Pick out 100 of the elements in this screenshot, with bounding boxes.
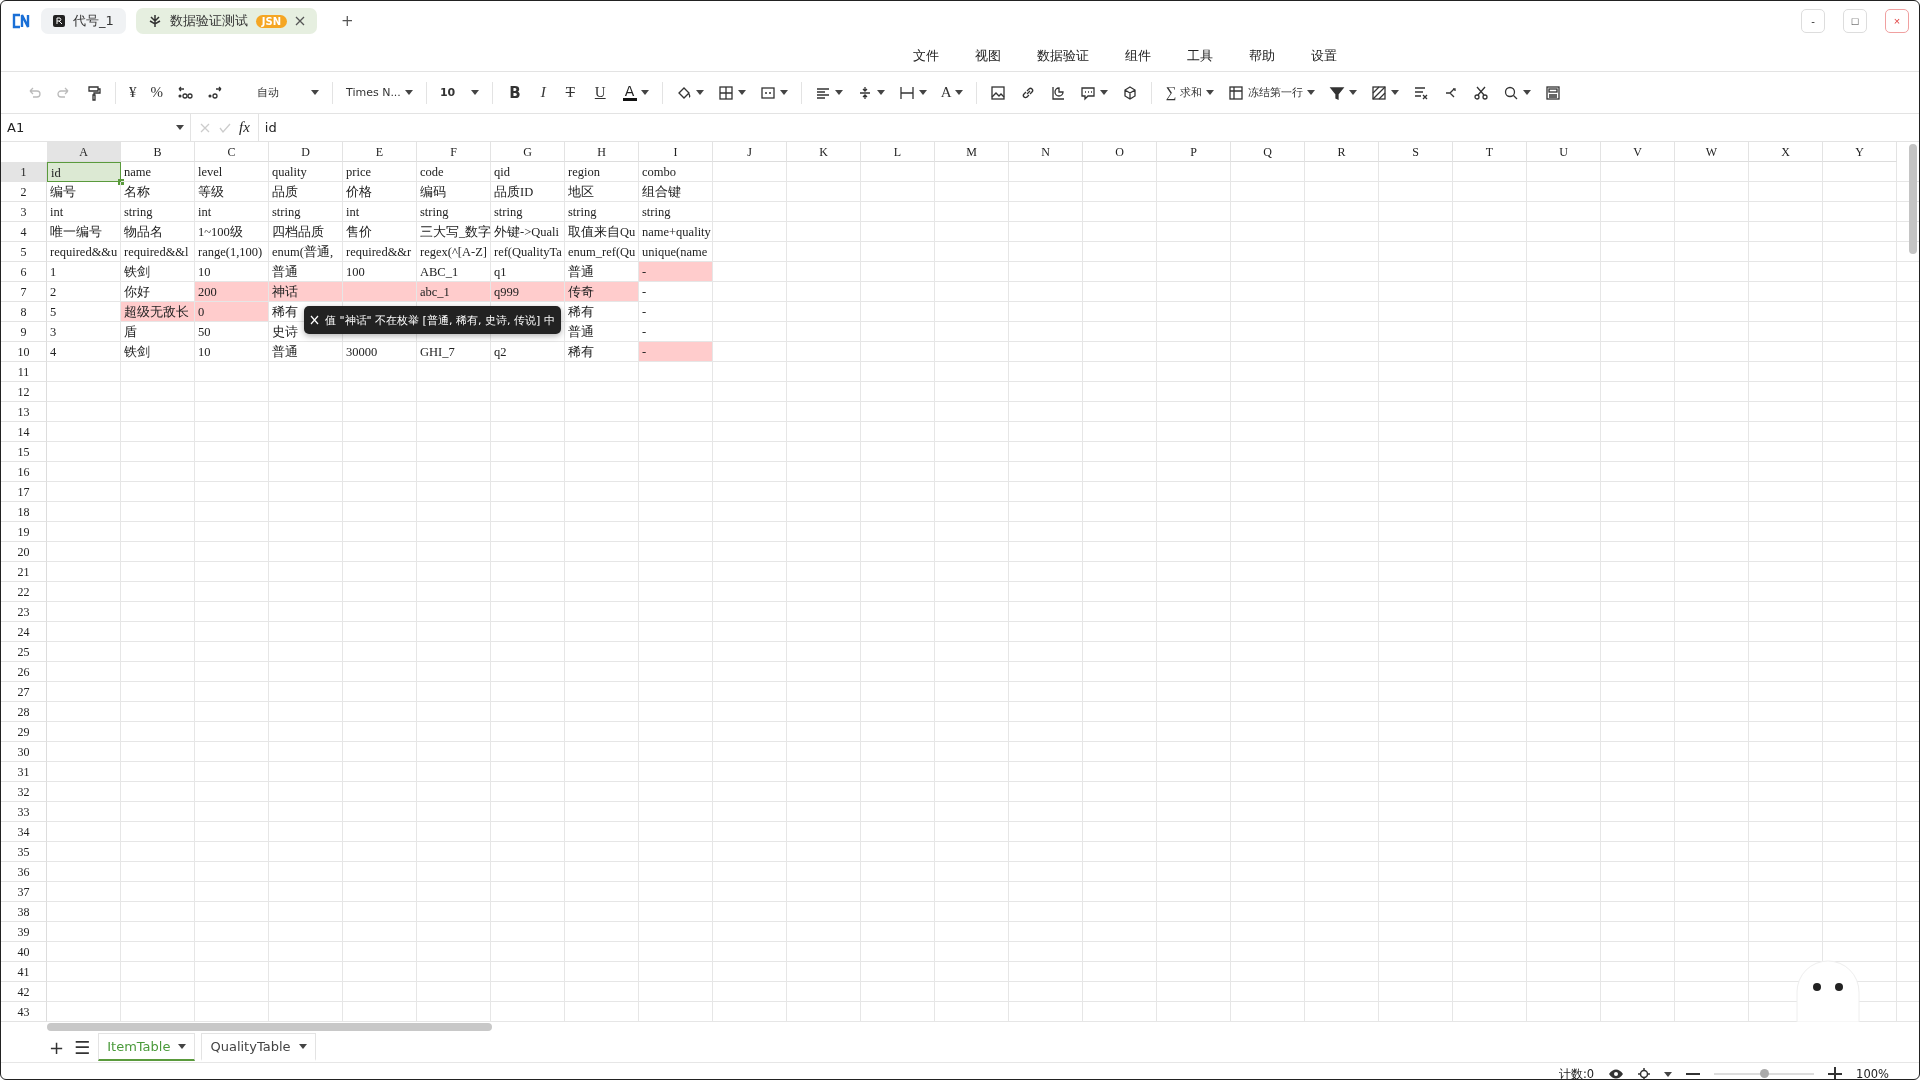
- font-dropdown[interactable]: Times N...: [341, 78, 418, 107]
- sheet-list-button[interactable]: ☰: [72, 1036, 93, 1058]
- number-format-dropdown[interactable]: 自动: [252, 78, 324, 107]
- caret-icon[interactable]: [834, 90, 843, 95]
- row-header[interactable]: 25: [1, 642, 47, 662]
- text-color-button[interactable]: A: [940, 84, 952, 101]
- column-header[interactable]: T: [1453, 142, 1527, 162]
- row-header[interactable]: 33: [1, 802, 47, 822]
- caret-icon[interactable]: [1206, 90, 1215, 95]
- row-header[interactable]: 43: [1, 1002, 47, 1022]
- decimal-decrease-icon[interactable]: [207, 84, 223, 101]
- column-header[interactable]: A: [47, 142, 121, 162]
- row-header[interactable]: 26: [1, 662, 47, 682]
- vertical-scrollbar[interactable]: [1909, 144, 1917, 254]
- freeze-button[interactable]: 冻结第一行: [1223, 78, 1321, 107]
- caret-icon[interactable]: [695, 90, 704, 95]
- row-header[interactable]: 9: [1, 322, 47, 342]
- calculator-icon[interactable]: [1545, 84, 1562, 101]
- caret-icon[interactable]: [918, 90, 927, 95]
- minimize-button[interactable]: -: [1801, 9, 1825, 33]
- column-header[interactable]: H: [565, 142, 639, 162]
- formula-value[interactable]: id: [264, 120, 277, 135]
- row-header[interactable]: 34: [1, 822, 47, 842]
- caret-icon[interactable]: [1664, 1071, 1673, 1077]
- cell-reference[interactable]: A1: [7, 120, 25, 135]
- column-header[interactable]: B: [121, 142, 195, 162]
- row-header[interactable]: 17: [1, 482, 47, 502]
- caret-icon[interactable]: [311, 90, 319, 95]
- row-header[interactable]: 35: [1, 842, 47, 862]
- column-header[interactable]: D: [269, 142, 343, 162]
- row-header[interactable]: 32: [1, 782, 47, 802]
- row-header[interactable]: 29: [1, 722, 47, 742]
- caret-icon[interactable]: [955, 90, 964, 95]
- close-button[interactable]: ×: [1885, 9, 1909, 33]
- clear-format-icon[interactable]: [1413, 84, 1430, 101]
- column-header[interactable]: W: [1675, 142, 1749, 162]
- row-header[interactable]: 39: [1, 922, 47, 942]
- row-header[interactable]: 20: [1, 542, 47, 562]
- row-header[interactable]: 13: [1, 402, 47, 422]
- column-header[interactable]: I: [639, 142, 713, 162]
- maximize-button[interactable]: □: [1843, 9, 1867, 33]
- caret-icon[interactable]: [471, 90, 480, 95]
- row-header[interactable]: 23: [1, 602, 47, 622]
- row-header[interactable]: 38: [1, 902, 47, 922]
- row-header[interactable]: 22: [1, 582, 47, 602]
- caret-icon[interactable]: [737, 90, 746, 95]
- filter-icon[interactable]: [1329, 84, 1346, 101]
- row-header[interactable]: 10: [1, 342, 47, 362]
- column-header[interactable]: P: [1157, 142, 1231, 162]
- caret-icon[interactable]: [1349, 90, 1358, 95]
- row-header[interactable]: 19: [1, 522, 47, 542]
- freeze-grid-icon[interactable]: [1228, 84, 1245, 101]
- caret-icon[interactable]: [298, 1044, 307, 1049]
- function-label[interactable]: fx: [239, 119, 250, 136]
- row-header[interactable]: 14: [1, 422, 47, 442]
- row-header[interactable]: 1: [1, 162, 47, 182]
- strikethrough-button[interactable]: T: [557, 78, 583, 107]
- menu-item[interactable]: 工具: [1169, 47, 1231, 65]
- caret-icon[interactable]: [178, 1044, 187, 1049]
- zoom-in-icon[interactable]: [1828, 1067, 1843, 1079]
- column-header[interactable]: N: [1009, 142, 1083, 162]
- row-header[interactable]: 3: [1, 202, 47, 222]
- menu-item[interactable]: 数据验证: [1019, 47, 1107, 65]
- horizontal-scrollbar[interactable]: [47, 1023, 492, 1031]
- caret-icon[interactable]: [176, 125, 184, 130]
- column-header[interactable]: C: [195, 142, 269, 162]
- column-header[interactable]: L: [861, 142, 935, 162]
- column-header[interactable]: E: [343, 142, 417, 162]
- row-header[interactable]: 24: [1, 622, 47, 642]
- row-header[interactable]: 30: [1, 742, 47, 762]
- row-header[interactable]: 21: [1, 562, 47, 582]
- format-painter-icon[interactable]: [86, 84, 102, 101]
- caret-icon[interactable]: [876, 90, 885, 95]
- row-header[interactable]: 31: [1, 762, 47, 782]
- column-header[interactable]: J: [713, 142, 787, 162]
- eye-icon[interactable]: [1608, 1069, 1625, 1079]
- column-width-icon[interactable]: [898, 84, 915, 101]
- document-tab[interactable]: 数据验证测试 JSN: [135, 8, 318, 34]
- row-header[interactable]: 7: [1, 282, 47, 302]
- menu-item[interactable]: 文件: [895, 47, 957, 65]
- row-header[interactable]: 16: [1, 462, 47, 482]
- row-header[interactable]: 6: [1, 262, 47, 282]
- caret-icon[interactable]: [1523, 90, 1532, 95]
- image-icon[interactable]: [990, 84, 1007, 101]
- column-header[interactable]: Y: [1823, 142, 1897, 162]
- caret-icon[interactable]: [1100, 90, 1109, 95]
- caret-icon[interactable]: [404, 90, 413, 95]
- menu-item[interactable]: 帮助: [1231, 47, 1293, 65]
- sheet-tab[interactable]: QualityTable: [201, 1033, 316, 1061]
- row-header[interactable]: 8: [1, 302, 47, 322]
- column-header[interactable]: M: [935, 142, 1009, 162]
- caret-icon[interactable]: [640, 90, 649, 95]
- underline-button[interactable]: U: [586, 78, 614, 107]
- hatched-box-icon[interactable]: [1371, 84, 1388, 101]
- add-sheet-button[interactable]: +: [47, 1036, 67, 1058]
- font-color-button[interactable]: A: [622, 84, 637, 101]
- menu-item[interactable]: 设置: [1293, 47, 1355, 65]
- caret-icon[interactable]: [1391, 90, 1400, 95]
- close-icon[interactable]: [295, 16, 306, 26]
- row-header[interactable]: 36: [1, 862, 47, 882]
